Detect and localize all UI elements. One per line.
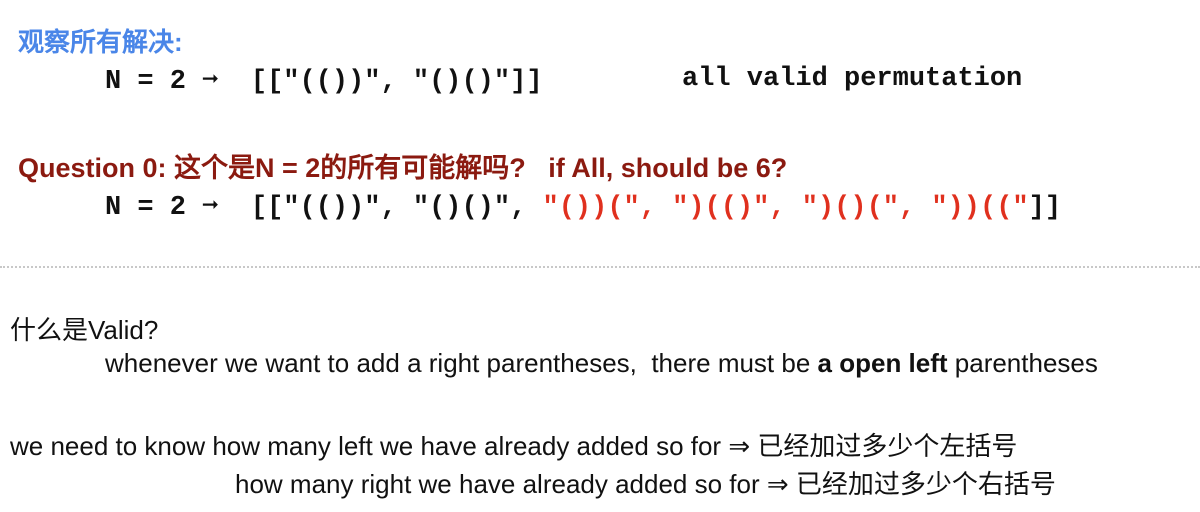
expression-invalid-part: "())(", ")(()", ")()(", "))((" — [542, 193, 1029, 223]
expression-valid-part: N = 2 ➞ [["(())", "()()", — [105, 193, 543, 223]
valid-definition-emphasis: a open left — [817, 348, 948, 378]
question-0-heading: Question 0: 这个是N = 2的所有可能解吗? if All, sho… — [18, 153, 788, 183]
what-is-valid-question: 什么是Valid? — [10, 315, 159, 345]
all-valid-permutation-note: all valid permutation — [682, 64, 1023, 94]
valid-definition: whenever we want to add a right parenthe… — [105, 348, 1098, 379]
dotted-divider — [0, 266, 1200, 268]
track-left-count-note: we need to know how many left we have al… — [10, 431, 1018, 461]
expression-closing: ]] — [1028, 193, 1062, 223]
valid-definition-end: parentheses — [947, 348, 1098, 378]
valid-definition-start: whenever we want to add a right parenthe… — [105, 348, 818, 378]
track-right-count-note: how many right we have already added so … — [235, 469, 1056, 499]
valid-solutions-expression: N = 2 ➞ [["(())", "()()"]] — [105, 67, 543, 97]
observe-all-solutions-heading: 观察所有解决: — [18, 27, 183, 57]
all-permutations-expression: N = 2 ➞ [["(())", "()()", "())(", ")(()"… — [105, 190, 1061, 223]
